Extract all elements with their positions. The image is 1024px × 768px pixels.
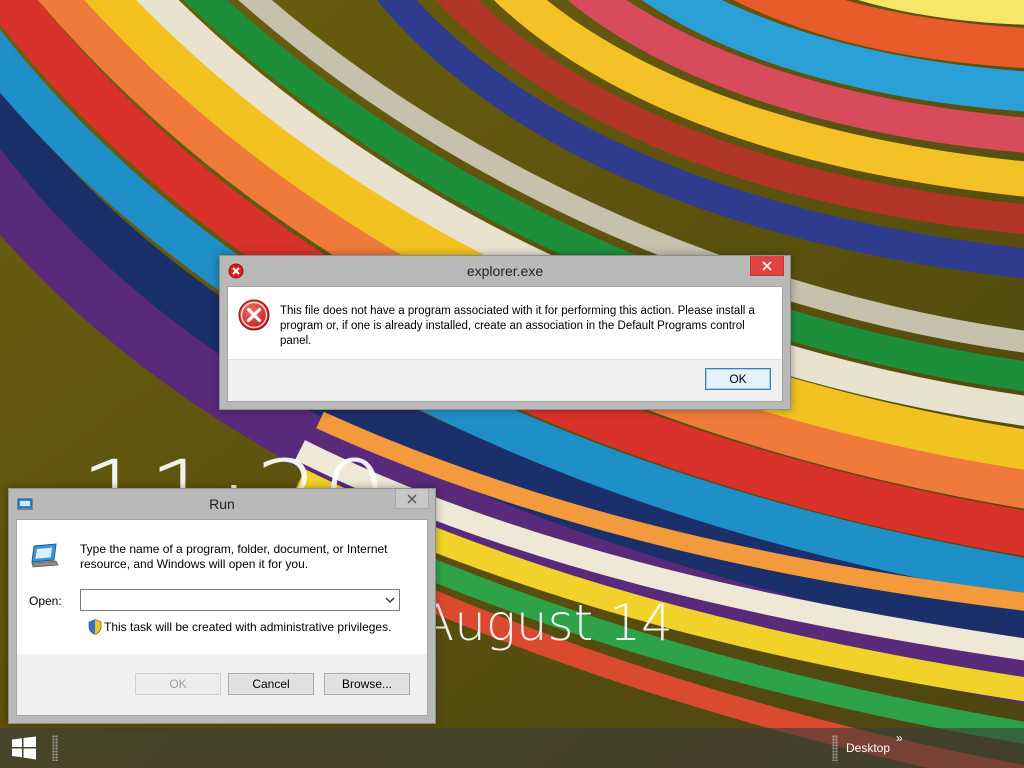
run-footer: OK Cancel Browse... xyxy=(17,654,427,715)
error-body: This file does not have a program associ… xyxy=(228,287,782,361)
lock-date: August 14 xyxy=(420,594,673,652)
taskbar-grip[interactable] xyxy=(52,735,58,761)
run-dialog-content: Type the name of a program, folder, docu… xyxy=(16,519,428,716)
shield-icon xyxy=(88,619,102,635)
error-dialog-title: explorer.exe xyxy=(466,263,544,279)
open-input[interactable] xyxy=(83,591,377,611)
error-ok-button[interactable]: OK xyxy=(705,368,771,390)
open-label: Open: xyxy=(29,594,62,608)
run-dialog: Run Type the name of a program, folder, … xyxy=(8,488,436,724)
run-dialog-titlebar[interactable]: Run xyxy=(9,489,435,519)
desktop-toolbar-label[interactable]: Desktop xyxy=(846,741,890,755)
run-icon xyxy=(31,543,59,568)
run-close-button[interactable] xyxy=(395,489,429,509)
error-dialog-content: This file does not have a program associ… xyxy=(227,286,783,402)
close-icon xyxy=(762,260,772,271)
cancel-button[interactable]: Cancel xyxy=(228,673,314,695)
desktop: 11:30 August 14 explorer.exe xyxy=(0,0,1024,768)
browse-button[interactable]: Browse... xyxy=(324,673,410,695)
dropdown-arrow[interactable] xyxy=(381,590,399,610)
error-message: This file does not have a program associ… xyxy=(280,305,755,347)
error-footer: OK xyxy=(228,359,782,401)
taskbar: Desktop » xyxy=(0,728,1024,768)
error-icon xyxy=(238,299,270,331)
error-dialog-titlebar[interactable]: explorer.exe xyxy=(220,256,790,286)
error-close-button[interactable] xyxy=(750,256,784,276)
chevron-down-icon xyxy=(385,597,395,603)
toolbar-grip[interactable] xyxy=(832,735,838,761)
run-ok-button[interactable]: OK xyxy=(135,673,221,695)
windows-logo-icon[interactable] xyxy=(11,736,37,760)
error-dialog: explorer.exe This file does not have a p… xyxy=(219,255,791,410)
admin-note: This task will be created with administr… xyxy=(104,620,392,634)
run-dialog-title: Run xyxy=(209,496,235,512)
run-description: Type the name of a program, folder, docu… xyxy=(80,542,388,571)
close-icon xyxy=(407,493,417,504)
open-combobox[interactable] xyxy=(80,589,400,611)
chevron-double-right-icon[interactable]: » xyxy=(896,731,903,745)
run-body: Type the name of a program, folder, docu… xyxy=(17,520,427,655)
